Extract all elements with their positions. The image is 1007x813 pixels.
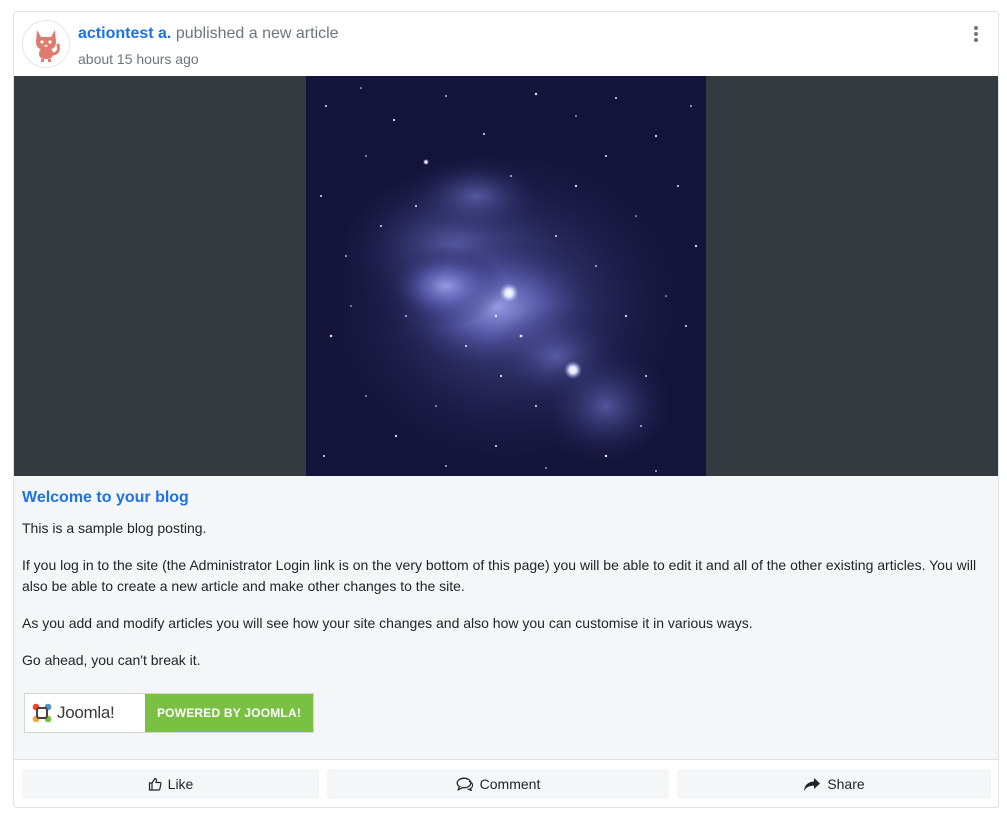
comment-icon	[456, 777, 473, 791]
post-timestamp: about 15 hours ago	[78, 51, 199, 67]
article-paragraph: If you log in to the site (the Administr…	[22, 557, 977, 594]
post-title-line: actiontest a. published a new article	[78, 24, 339, 44]
post-actions-bar: Like Comment Share	[14, 759, 998, 807]
joomla-logo: Joomla!	[25, 694, 145, 732]
share-label: Share	[827, 776, 865, 792]
author-link[interactable]: actiontest a.	[78, 25, 171, 42]
joomla-logo-icon	[32, 703, 52, 723]
article-image-frame	[14, 76, 998, 476]
post-action-text: published a new article	[175, 25, 339, 42]
comment-label: Comment	[479, 776, 541, 792]
article-body: Welcome to your blog This is a sample bl…	[14, 476, 998, 759]
like-button[interactable]: Like	[22, 769, 319, 799]
thumbs-up-icon	[148, 777, 162, 791]
joomla-wordmark: Joomla!	[57, 703, 115, 722]
share-arrow-icon	[804, 777, 821, 791]
article-paragraph: Go ahead, you can't break it.	[22, 652, 201, 668]
avatar[interactable]	[22, 20, 70, 68]
post-header: actiontest a. published a new article ab…	[14, 12, 998, 76]
article-title-link[interactable]: Welcome to your blog	[22, 488, 189, 508]
article-paragraph: As you add and modify articles you will …	[22, 615, 753, 631]
cat-avatar-icon	[36, 30, 60, 62]
vertical-ellipsis-icon[interactable]	[970, 24, 982, 44]
article-paragraph: This is a sample blog posting.	[22, 520, 207, 536]
activity-card: actiontest a. published a new article ab…	[13, 11, 999, 808]
powered-by-joomla-badge[interactable]: Joomla! POWERED BY JOOMLA!	[24, 693, 314, 733]
like-label: Like	[167, 776, 194, 792]
article-image[interactable]	[306, 76, 706, 476]
powered-by-label: POWERED BY JOOMLA!	[145, 694, 313, 732]
comment-button[interactable]: Comment	[327, 769, 669, 799]
share-button[interactable]: Share	[677, 769, 991, 799]
